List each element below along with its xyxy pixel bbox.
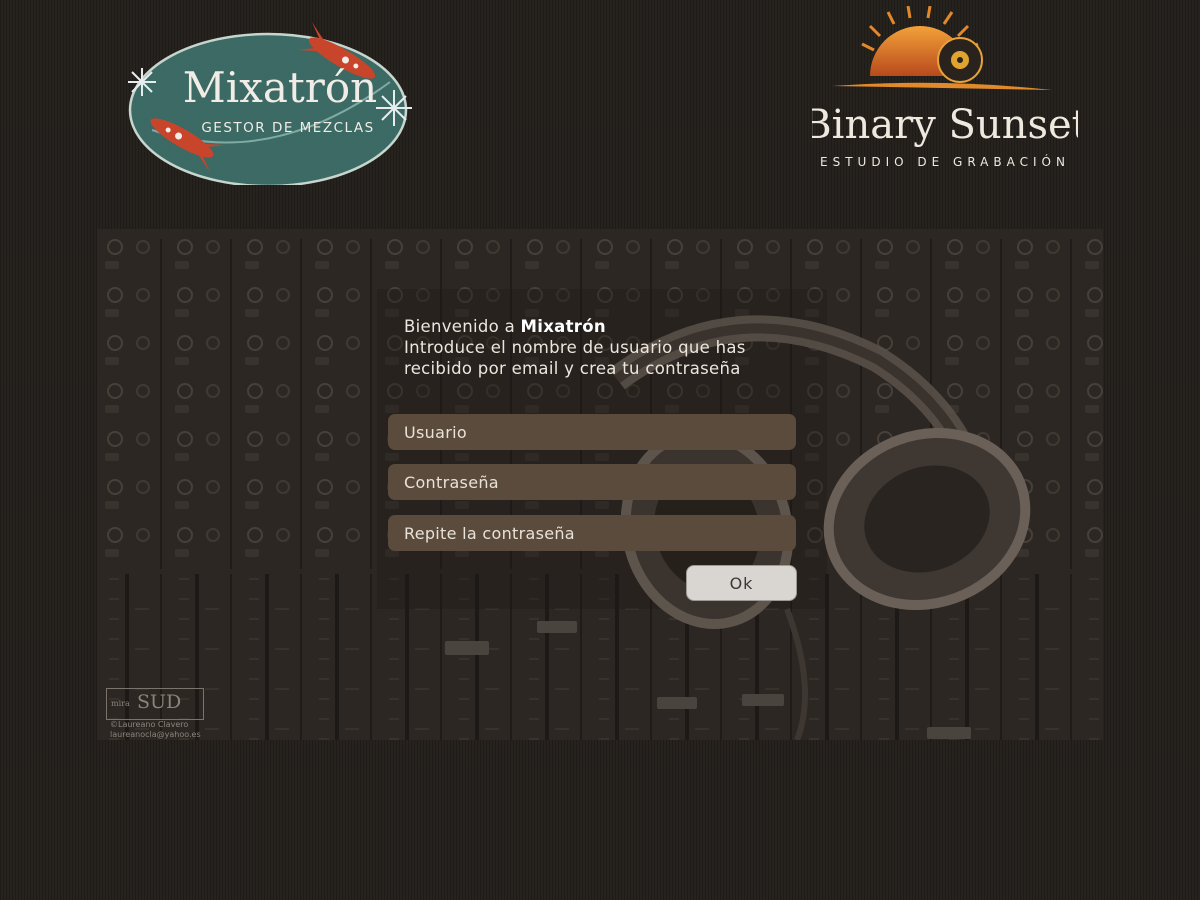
mixatron-logo: Mixatrón GESTOR DE MEZCLAS bbox=[128, 22, 412, 185]
password-repeat-input[interactable] bbox=[388, 515, 796, 551]
mixatron-logo-name: Mixatrón bbox=[183, 63, 377, 112]
welcome-instructions-line-1: Introduce el nombre de usuario que has bbox=[404, 338, 746, 357]
welcome-instructions-line-2: recibido por email y crea tu contraseña bbox=[404, 359, 741, 378]
welcome-greeting: Bienvenido a Mixatrón bbox=[404, 317, 606, 336]
photo-credit-email: laureanocla@yahoo.es bbox=[110, 730, 201, 739]
binary-sunset-logo-tagline: ESTUDIO DE GRABACIÓN bbox=[820, 154, 1070, 169]
welcome-app-name: Mixatrón bbox=[520, 317, 606, 336]
mixatron-logo-tagline: GESTOR DE MEZCLAS bbox=[201, 120, 374, 136]
ok-button[interactable]: Ok bbox=[686, 565, 797, 601]
watermark-small-text: mira bbox=[111, 699, 130, 708]
sparkle-icon bbox=[128, 68, 156, 96]
photo-credit: ©Laureano Clavero laureanocla@yahoo.es bbox=[110, 720, 201, 740]
username-input[interactable] bbox=[388, 414, 796, 450]
photo-watermark: mira SUD bbox=[106, 688, 204, 720]
binary-sunset-logo: Binary Sunset ESTUDIO DE GRABACIÓN bbox=[812, 6, 1078, 169]
password-input[interactable] bbox=[388, 464, 796, 500]
binary-sunset-logo-name: Binary Sunset bbox=[812, 102, 1078, 148]
welcome-message: Bienvenido a Mixatrón Introduce el nombr… bbox=[404, 316, 824, 379]
sunset-icon bbox=[832, 6, 1052, 90]
photo-credit-author: ©Laureano Clavero bbox=[110, 720, 189, 729]
watermark-large-text: SUD bbox=[137, 691, 182, 713]
